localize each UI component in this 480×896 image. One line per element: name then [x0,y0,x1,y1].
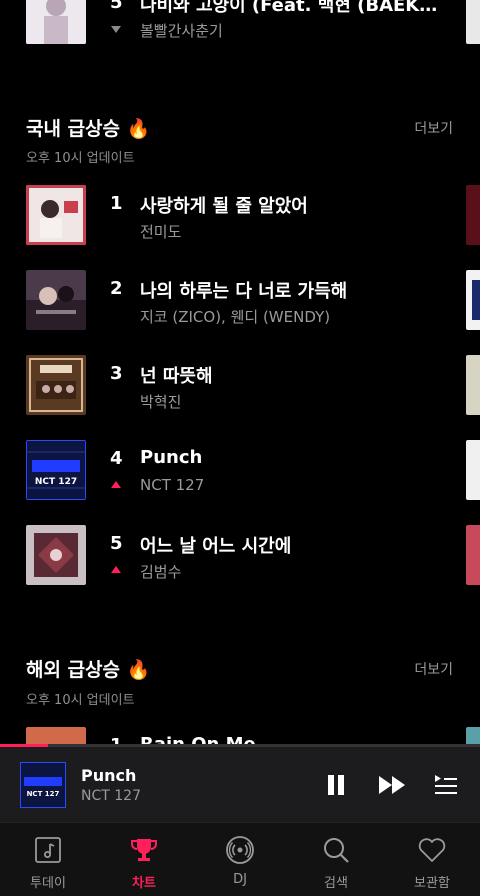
list-item[interactable]: NCT 127 4 Punch NCT 127 [0,440,480,510]
more-button-domestic[interactable]: 더보기 [414,118,453,138]
more-button-overseas[interactable]: 더보기 [414,659,453,679]
album-cover [26,185,86,245]
next-card-peek [466,185,480,245]
tab-today[interactable]: 투데이 [0,823,96,896]
list-item[interactable]: 1 사랑하게 될 줄 알았어 전미도 [0,185,480,255]
tab-label: 검색 [324,876,348,891]
trophy-icon [131,839,157,861]
tab-search[interactable]: 검색 [288,823,384,896]
svg-text:NCT 127: NCT 127 [35,477,77,487]
track-artist: 전미도 [140,223,182,241]
svg-text:NCT 127: NCT 127 [27,790,60,798]
track-artist: 볼빨간사춘기 [140,22,223,40]
heart-icon [418,838,446,862]
playback-progress[interactable] [0,744,480,747]
track-title: 어느 날 어느 시간에 [140,536,292,557]
list-item[interactable]: 5 어느 날 어느 시간에 김범수 [0,525,480,595]
track-artist: 김범수 [140,563,182,581]
tab-chart[interactable]: 차트 [96,823,192,896]
track-title: 나비와 고양이 (Feat. 백현 (BAEKH... [140,0,440,16]
album-cover [26,0,86,44]
update-time: 오후 10시 업데이트 [26,693,135,708]
next-card-peek [466,525,480,585]
track-title: 사랑하게 될 줄 알았어 [140,196,308,217]
rank-up-icon [111,566,121,573]
track-title: 넌 따뜻해 [140,366,213,387]
pause-icon[interactable] [325,773,347,797]
music-note-icon [35,837,61,863]
track-rank: 5 [110,533,123,554]
fire-icon: 🔥 [126,659,151,681]
tab-label: 보관함 [414,876,450,891]
mini-album-cover: NCT 127 [19,761,67,809]
album-cover [26,355,86,415]
tab-label: 차트 [132,876,156,891]
mini-track-artist: NCT 127 [81,788,141,804]
section-title-overseas: 해외 급상승 🔥 [26,659,151,681]
track-rank: 2 [110,278,123,299]
list-item[interactable]: 3 넌 따뜻해 박혁진 [0,355,480,425]
track-rank: 1 [110,193,123,214]
track-title: 나의 하루는 다 너로 가득해 [140,281,348,302]
track-artist: 지코 (ZICO), 웬디 (WENDY) [140,308,331,326]
next-card-peek [466,355,480,415]
update-time: 오후 10시 업데이트 [26,151,135,166]
album-cover [26,270,86,330]
list-item[interactable]: 2 나의 하루는 다 너로 가득해 지코 (ZICO), 웬디 (WENDY) [0,270,480,340]
next-card-peek [466,270,480,330]
fire-icon: 🔥 [126,118,151,140]
search-icon [324,838,349,863]
list-item[interactable]: 5 나비와 고양이 (Feat. 백현 (BAEKH... 볼빨간사춘기 [0,0,480,54]
track-artist: 박혁진 [140,393,182,411]
album-cover: NCT 127 [26,440,86,500]
mini-track-title: Punch [81,766,137,785]
next-card-peek [466,440,480,500]
next-track-icon[interactable] [378,774,408,796]
tab-dj[interactable]: DJ [192,823,288,896]
bottom-tab-bar: 투데이 차트 DJ 검색 보관함 [0,822,480,896]
radio-icon [226,836,254,864]
track-rank: 5 [110,0,123,13]
track-rank: 4 [110,448,123,469]
section-title-domestic: 국내 급상승 🔥 [26,118,151,140]
tab-library[interactable]: 보관함 [384,823,480,896]
rank-up-icon [111,481,121,488]
mini-player[interactable]: NCT 127 Punch NCT 127 [0,744,480,822]
tab-label: DJ [233,872,247,887]
tab-label: 투데이 [30,876,66,891]
track-title: Punch [140,447,203,468]
rank-down-icon [111,26,121,33]
track-rank: 3 [110,363,123,384]
chart-scroll-area[interactable]: 5 나비와 고양이 (Feat. 백현 (BAEKH... 볼빨간사춘기 국내 … [0,0,480,746]
track-artist: NCT 127 [140,476,205,494]
playlist-icon[interactable] [433,774,459,796]
album-cover [26,525,86,585]
next-card-peek [466,0,480,44]
